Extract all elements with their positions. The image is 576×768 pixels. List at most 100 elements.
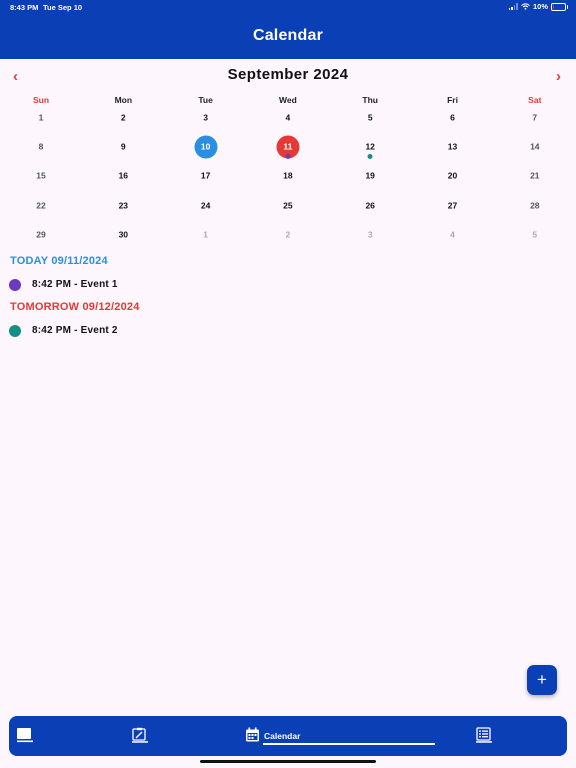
calendar-day[interactable]: 18 [247,164,329,193]
day-number: 9 [120,141,126,152]
day-number: 4 [450,229,455,240]
event-marker-dot [367,154,373,160]
day-number: 15 [36,170,46,181]
day-number: 29 [36,229,46,240]
tab-book[interactable] [9,716,119,756]
weekday-label: Thu [362,95,378,105]
day-number: 22 [36,200,46,211]
calendar-day[interactable]: 29 [0,223,82,252]
day-number: 8 [38,141,44,152]
day-number: 28 [530,200,540,211]
status-date: Tue Sep 10 [43,3,83,12]
calendar-day[interactable]: 5 [494,223,576,252]
calendar-day[interactable]: 8 [0,135,82,164]
calendar-day[interactable]: 11 [247,135,329,164]
tomorrow-heading: TOMORROW 09/12/2024 [10,301,140,313]
day-number: 7 [532,112,538,123]
day-number: 23 [118,200,129,211]
calendar-day[interactable]: 3 [329,223,411,252]
weekday-label: Sat [528,95,542,105]
book-icon [17,728,33,743]
today-heading: TODAY 09/11/2024 [10,255,108,267]
tab-list[interactable] [459,716,559,756]
day-number: 27 [447,200,458,211]
tab-calendar-label: Calendar [264,731,301,741]
event-color-dot [9,279,21,291]
month-title: September 2024 [227,66,349,83]
calendar-day[interactable]: 14 [494,135,576,164]
day-number: 6 [450,112,455,123]
weekday-label: Mon [114,95,133,105]
calendar-day[interactable]: 30 [82,223,164,252]
tab-bar: Calendar [9,716,567,756]
calendar-day[interactable]: 25 [247,194,329,223]
calendar-day[interactable]: 28 [494,194,576,223]
calendar-day[interactable]: 23 [82,194,164,223]
add-event-button[interactable]: + [527,665,557,695]
status-indicators: 10% [508,2,568,11]
day-number: 21 [530,170,540,181]
day-number: 25 [283,200,293,211]
app-header: 8:43 PM Tue Sep 10 10% Calendar [0,0,576,59]
day-number: 1 [38,112,44,123]
active-tab-indicator [263,743,435,745]
calendar-day[interactable]: 3 [165,106,247,135]
calendar-day[interactable]: 10 [165,135,247,164]
calendar-day[interactable]: 9 [82,135,164,164]
day-number: 13 [447,141,458,152]
day-number: 1 [203,229,208,240]
day-number: 3 [203,112,208,123]
tab-notes[interactable] [121,716,231,756]
day-number: 2 [285,229,291,240]
month-navigation: ‹ September 2024 › [0,66,576,88]
day-number: 3 [367,229,373,240]
calendar-day[interactable]: 4 [247,106,329,135]
calendar-day[interactable]: 7 [494,106,576,135]
day-number: 10 [194,135,218,159]
calendar-day[interactable]: 1 [165,223,247,252]
calendar-day[interactable]: 17 [165,164,247,193]
event-item[interactable]: 8:42 PM - Event 1 [9,278,309,292]
calendar-day[interactable]: 26 [329,194,411,223]
event-item[interactable]: 8:42 PM - Event 2 [9,324,309,338]
day-number: 18 [283,170,293,181]
calendar-day[interactable]: 27 [412,194,494,223]
day-number: 17 [200,170,211,181]
day-number: 19 [365,170,375,181]
chevron-right-icon[interactable]: › [556,68,561,85]
calendar-day[interactable]: 15 [0,164,82,193]
calendar-day[interactable]: 22 [0,194,82,223]
home-indicator [200,760,376,763]
calendar-day[interactable]: 20 [412,164,494,193]
day-number: 26 [365,200,375,211]
calendar-day[interactable]: 24 [165,194,247,223]
calendar-day[interactable]: 2 [82,106,164,135]
calendar-day[interactable]: 2 [247,223,329,252]
battery-icon [551,2,568,11]
calendar-day[interactable]: 21 [494,164,576,193]
day-number: 2 [120,112,126,123]
calendar-day[interactable]: 6 [412,106,494,135]
day-number: 20 [447,170,458,181]
day-number: 5 [532,229,538,240]
calendar-day[interactable]: 1 [0,106,82,135]
day-number: 30 [118,229,129,240]
weekday-label: Sun [32,95,50,105]
event-color-dot [9,325,21,337]
calendar-day[interactable]: 19 [329,164,411,193]
calendar-day[interactable]: 16 [82,164,164,193]
calendar-day[interactable]: 12 [329,135,411,164]
wifi-icon [521,3,530,10]
list-icon [476,727,492,743]
weekday-label: Tue [198,95,213,105]
day-number: 5 [367,112,373,123]
calendar-day[interactable]: 4 [412,223,494,252]
signal-icon [508,3,518,10]
day-number: 16 [118,170,129,181]
page-title: Calendar [252,27,324,44]
calendar-day[interactable]: 13 [412,135,494,164]
event-title: 8:42 PM - Event 1 [32,279,118,290]
calendar-day[interactable]: 5 [329,106,411,135]
status-time: 8:43 PM [10,3,39,12]
edit-note-icon [132,727,148,743]
